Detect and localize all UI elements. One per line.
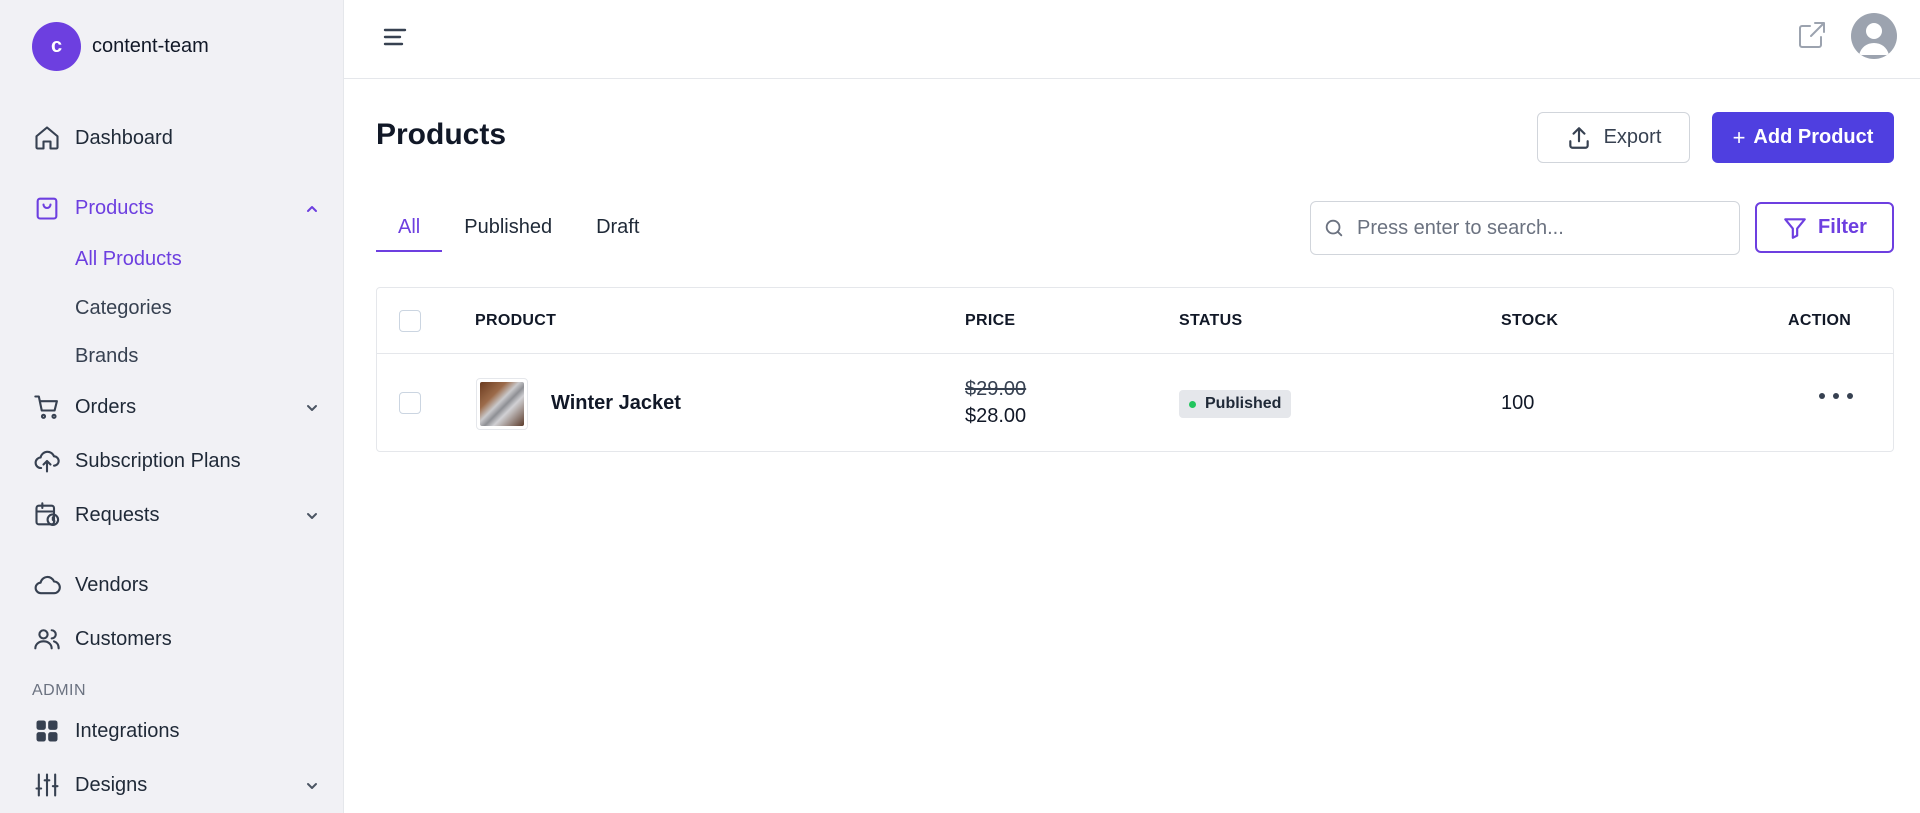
- product-thumbnail: [476, 378, 528, 430]
- product-name[interactable]: Winter Jacket: [551, 392, 681, 415]
- tab-all[interactable]: All: [376, 205, 443, 252]
- sidebar: c content-team Dashboard Products All Pr…: [0, 0, 344, 813]
- shopping-bag-icon: [32, 193, 62, 223]
- chevron-down-icon: [304, 777, 320, 793]
- sidebar-item-dashboard[interactable]: Dashboard: [32, 118, 328, 158]
- grid-icon: [32, 716, 62, 746]
- table-header: PRODUCT PRICE STATUS STOCK ACTION: [377, 288, 1893, 354]
- sidebar-item-subscription-plans[interactable]: Subscription Plans: [32, 441, 328, 481]
- page-title: Products: [376, 118, 507, 151]
- search-icon: [1325, 219, 1343, 237]
- sliders-icon: [32, 770, 62, 800]
- export-label: Export: [1603, 126, 1662, 148]
- tab-draft[interactable]: Draft: [574, 205, 661, 252]
- sidebar-subitem-all-products[interactable]: All Products: [75, 248, 182, 271]
- add-product-label: Add Product: [1753, 126, 1874, 148]
- workspace-switcher[interactable]: c content-team: [32, 22, 209, 71]
- sidebar-subitem-categories[interactable]: Categories: [75, 297, 172, 320]
- add-product-button[interactable]: + Add Product: [1712, 112, 1894, 163]
- table-row[interactable]: Winter Jacket $29.00 $28.00 Published 10…: [377, 354, 1893, 452]
- price-original: $29.00: [965, 378, 1027, 400]
- chevron-up-icon: [304, 200, 320, 216]
- upload-icon: [1568, 126, 1589, 149]
- section-label-admin: ADMIN: [32, 682, 87, 699]
- filter-label: Filter: [1818, 216, 1867, 238]
- sidebar-item-designs[interactable]: Designs: [32, 765, 328, 805]
- sidebar-item-requests[interactable]: Requests: [32, 495, 328, 535]
- sidebar-item-label: Requests: [75, 503, 160, 526]
- column-header-action: ACTION: [1788, 312, 1852, 329]
- topbar: [344, 0, 1920, 79]
- chevron-down-icon: [304, 507, 320, 523]
- sidebar-item-orders[interactable]: Orders: [32, 387, 328, 427]
- cloud-icon: [32, 570, 62, 600]
- more-horizontal-icon[interactable]: [1819, 386, 1853, 406]
- sidebar-item-label: Integrations: [75, 719, 180, 742]
- row-checkbox[interactable]: [399, 392, 421, 414]
- chevron-down-icon: [304, 399, 320, 415]
- sidebar-item-label: Designs: [75, 773, 148, 796]
- workspace-name: content-team: [92, 35, 209, 57]
- sidebar-item-label: Customers: [75, 627, 172, 650]
- export-button[interactable]: Export: [1537, 112, 1690, 163]
- search-input[interactable]: [1357, 216, 1717, 240]
- sidebar-item-label: Orders: [75, 395, 137, 418]
- user-avatar-icon[interactable]: [1851, 13, 1897, 59]
- users-icon: [32, 624, 62, 654]
- sidebar-subitem-brands[interactable]: Brands: [75, 345, 138, 368]
- tab-published[interactable]: Published: [442, 205, 574, 252]
- price-sale: $28.00: [965, 405, 1027, 427]
- column-header-product[interactable]: PRODUCT: [475, 312, 556, 330]
- products-table: PRODUCT PRICE STATUS STOCK ACTION Winter…: [376, 287, 1894, 452]
- external-link-icon[interactable]: [1796, 19, 1828, 51]
- menu-icon[interactable]: [380, 22, 410, 52]
- calendar-clock-icon: [32, 500, 62, 530]
- status-dot-icon: [1189, 400, 1196, 408]
- column-header-status[interactable]: STATUS: [1179, 312, 1242, 330]
- column-header-price[interactable]: PRICE: [965, 312, 1015, 330]
- sidebar-item-products[interactable]: Products: [32, 188, 328, 228]
- column-header-stock[interactable]: STOCK: [1501, 312, 1558, 330]
- filter-button[interactable]: Filter: [1755, 202, 1894, 253]
- workspace-avatar: c: [32, 22, 81, 71]
- status-label: Published: [1205, 395, 1282, 412]
- sidebar-item-label: Subscription Plans: [75, 449, 241, 472]
- plus-icon: +: [1732, 124, 1746, 150]
- search-box[interactable]: [1310, 201, 1740, 255]
- select-all-checkbox[interactable]: [399, 310, 421, 332]
- filter-icon: [1784, 217, 1806, 239]
- cart-icon: [32, 392, 62, 422]
- sidebar-item-integrations[interactable]: Integrations: [32, 711, 328, 751]
- sidebar-item-label: Dashboard: [75, 126, 173, 149]
- sidebar-item-customers[interactable]: Customers: [32, 619, 328, 659]
- stock-value: 100: [1501, 392, 1535, 414]
- status-badge: Published: [1179, 390, 1292, 418]
- sidebar-item-vendors[interactable]: Vendors: [32, 565, 328, 605]
- sidebar-item-label: Vendors: [75, 573, 149, 596]
- home-icon: [32, 123, 62, 153]
- sidebar-item-label: Products: [75, 196, 154, 219]
- cloud-upload-icon: [32, 446, 62, 476]
- product-tabs: All Published Draft: [376, 205, 661, 253]
